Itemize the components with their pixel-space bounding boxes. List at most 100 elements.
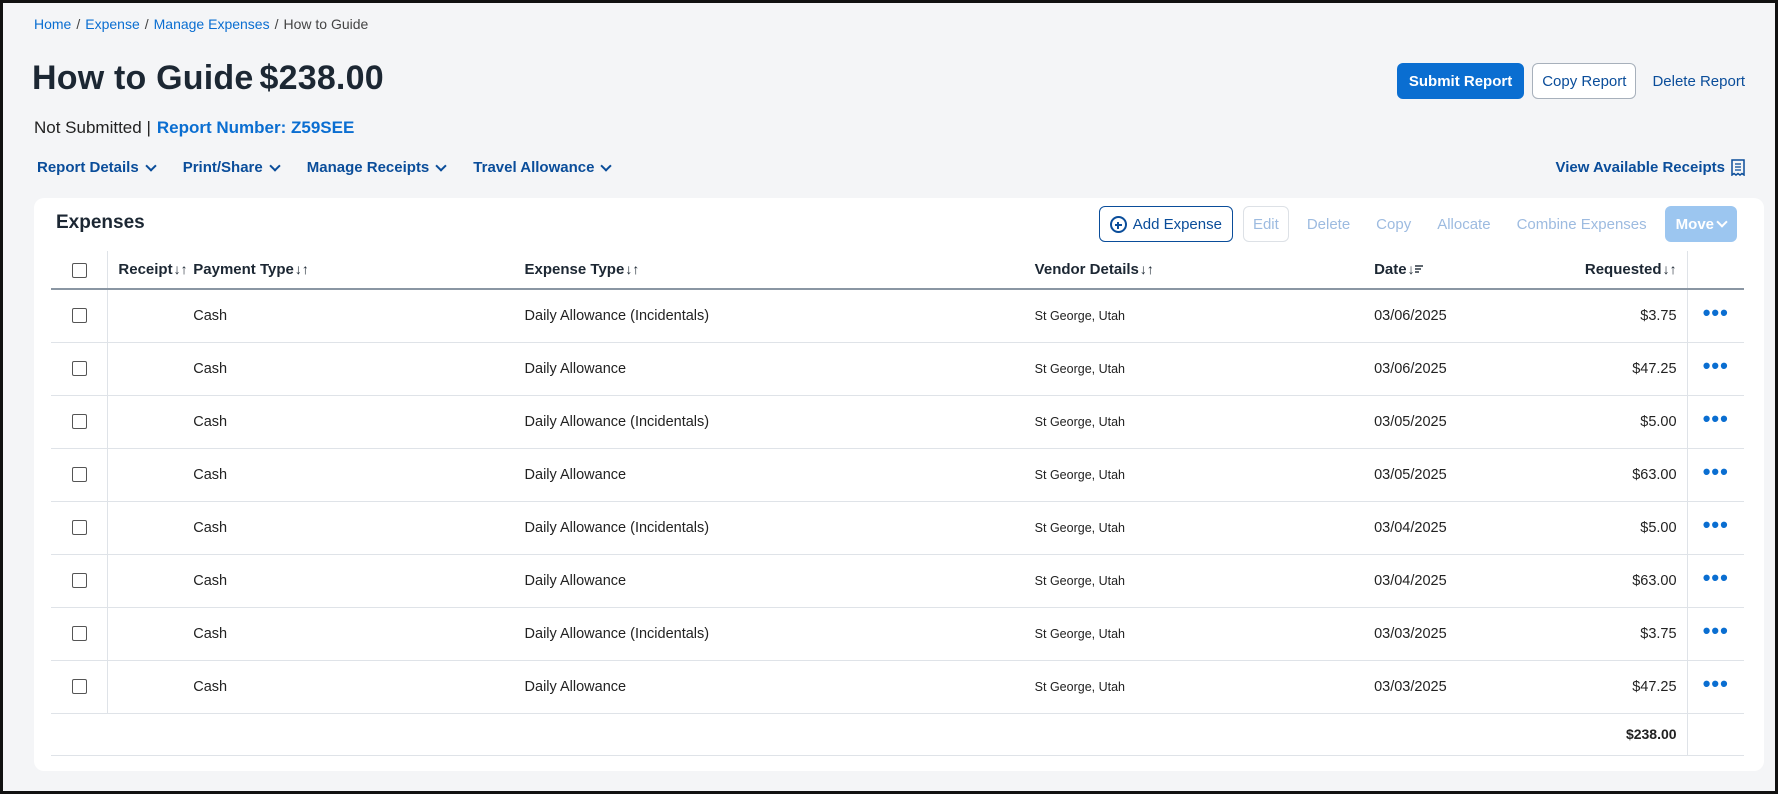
breadcrumb: Home / Expense / Manage Expenses / How to Guid… bbox=[34, 16, 368, 32]
view-available-receipts-link[interactable]: View Available Receipts bbox=[1555, 159, 1745, 176]
copy-report-button[interactable]: Copy Report bbox=[1532, 63, 1637, 99]
edit-button[interactable]: Edit bbox=[1242, 206, 1289, 242]
column-label: Expense Type bbox=[524, 261, 625, 278]
copy-button[interactable]: Copy bbox=[1368, 216, 1419, 233]
row-checkbox[interactable] bbox=[71, 520, 87, 536]
add-expense-button[interactable]: Add Expense bbox=[1098, 206, 1233, 242]
column-header-expense-type[interactable]: Expense Type↓↑ bbox=[524, 251, 1035, 290]
delete-report-button[interactable]: Delete Report bbox=[1644, 73, 1745, 90]
view-receipts-label: View Available Receipts bbox=[1555, 159, 1725, 176]
total-empty-cell bbox=[1034, 713, 1375, 756]
menu-travel-allowance[interactable]: Travel Allowance bbox=[473, 159, 613, 176]
allocate-button[interactable]: Allocate bbox=[1429, 216, 1498, 233]
report-status: Not Submitted | bbox=[34, 118, 151, 137]
more-options-icon[interactable]: ••• bbox=[1703, 565, 1729, 590]
total-empty-cell bbox=[193, 713, 525, 756]
expense-type-link[interactable]: Daily Allowance bbox=[524, 342, 1035, 396]
more-options-icon[interactable]: ••• bbox=[1703, 300, 1729, 325]
report-status-line: Not Submitted | Report Number: Z59SEE bbox=[34, 118, 354, 138]
combine-expenses-button[interactable]: Combine Expenses bbox=[1509, 216, 1655, 233]
vendor-details-cell: St George, Utah bbox=[1034, 289, 1375, 343]
move-label: Move bbox=[1675, 215, 1714, 233]
expense-type-link[interactable]: Daily Allowance (Incidentals) bbox=[524, 395, 1035, 449]
row-check-cell bbox=[51, 342, 109, 396]
column-header-payment-type[interactable]: Payment Type↓↑ bbox=[193, 251, 525, 290]
table-header-row: Receipt↓↑ Payment Type↓↑ Expense Type↓↑ … bbox=[51, 251, 1744, 290]
total-empty-cell bbox=[1686, 713, 1744, 756]
sort-icon: ↓↑ bbox=[173, 261, 188, 277]
table-row[interactable]: Cash Daily Allowance St George, Utah 03/… bbox=[51, 342, 1744, 396]
total-empty-cell bbox=[1374, 713, 1547, 756]
payment-type-cell: Cash bbox=[193, 554, 525, 608]
column-header-vendor-details[interactable]: Vendor Details↓↑ bbox=[1034, 251, 1375, 290]
payment-type-cell: Cash bbox=[193, 448, 525, 502]
table-row[interactable]: Cash Daily Allowance St George, Utah 03/… bbox=[51, 448, 1744, 502]
row-checkbox[interactable] bbox=[71, 467, 87, 483]
table-row[interactable]: Cash Daily Allowance (Incidentals) St Ge… bbox=[51, 607, 1744, 661]
expense-type-link[interactable]: Daily Allowance bbox=[524, 448, 1035, 502]
table-row[interactable]: Cash Daily Allowance (Incidentals) St Ge… bbox=[51, 501, 1744, 555]
payment-type-cell: Cash bbox=[193, 342, 525, 396]
menu-label: Report Details bbox=[37, 159, 139, 176]
select-all-checkbox[interactable] bbox=[71, 262, 87, 278]
sort-lines-icon bbox=[1414, 265, 1423, 273]
vendor-details-cell: St George, Utah bbox=[1034, 342, 1375, 396]
row-actions-cell: ••• bbox=[1686, 395, 1744, 449]
submit-report-button[interactable]: Submit Report bbox=[1396, 63, 1525, 99]
breadcrumb-manage-expenses[interactable]: Manage Expenses bbox=[154, 16, 270, 32]
payment-type-cell: Cash bbox=[193, 501, 525, 555]
requested-amount-cell: $3.75 bbox=[1546, 289, 1688, 343]
report-menu-bar: Report Details Print/Share Manage Receip… bbox=[37, 159, 613, 176]
date-cell: 03/04/2025 bbox=[1374, 501, 1547, 555]
payment-type-cell: Cash bbox=[193, 395, 525, 449]
more-options-icon[interactable]: ••• bbox=[1703, 459, 1729, 484]
delete-button[interactable]: Delete bbox=[1299, 216, 1358, 233]
expense-type-link[interactable]: Daily Allowance (Incidentals) bbox=[524, 501, 1035, 555]
breadcrumb-expense[interactable]: Expense bbox=[85, 16, 139, 32]
menu-print-share[interactable]: Print/Share bbox=[183, 159, 281, 176]
row-checkbox[interactable] bbox=[71, 361, 87, 377]
column-header-date[interactable]: Date↓ bbox=[1374, 251, 1547, 290]
requested-amount-cell: $3.75 bbox=[1546, 607, 1688, 661]
requested-amount-cell: $63.00 bbox=[1546, 448, 1688, 502]
menu-report-details[interactable]: Report Details bbox=[37, 159, 157, 176]
expense-type-link[interactable]: Daily Allowance bbox=[524, 554, 1035, 608]
expense-type-link[interactable]: Daily Allowance (Incidentals) bbox=[524, 289, 1035, 343]
expense-type-link[interactable]: Daily Allowance (Incidentals) bbox=[524, 607, 1035, 661]
date-cell: 03/03/2025 bbox=[1374, 660, 1547, 714]
receipt-cell bbox=[107, 554, 194, 608]
row-checkbox[interactable] bbox=[71, 573, 87, 589]
requested-amount-cell: $63.00 bbox=[1546, 554, 1688, 608]
row-checkbox[interactable] bbox=[71, 626, 87, 642]
column-header-actions bbox=[1686, 251, 1744, 290]
row-actions-cell: ••• bbox=[1686, 289, 1744, 343]
more-options-icon[interactable]: ••• bbox=[1703, 671, 1729, 696]
total-row: $238.00 bbox=[51, 713, 1744, 756]
table-row[interactable]: Cash Daily Allowance St George, Utah 03/… bbox=[51, 554, 1744, 608]
receipt-cell bbox=[107, 448, 194, 502]
move-button[interactable]: Move bbox=[1664, 206, 1737, 242]
report-actions: Submit Report Copy Report Delete Report bbox=[1396, 63, 1745, 99]
receipt-cell bbox=[107, 660, 194, 714]
expense-type-link[interactable]: Daily Allowance bbox=[524, 660, 1035, 714]
row-checkbox[interactable] bbox=[71, 414, 87, 430]
table-row[interactable]: Cash Daily Allowance St George, Utah 03/… bbox=[51, 660, 1744, 714]
more-options-icon[interactable]: ••• bbox=[1703, 406, 1729, 431]
breadcrumb-home[interactable]: Home bbox=[34, 16, 71, 32]
vendor-details-cell: St George, Utah bbox=[1034, 395, 1375, 449]
column-header-requested[interactable]: Requested↓↑ bbox=[1546, 251, 1688, 290]
more-options-icon[interactable]: ••• bbox=[1703, 512, 1729, 537]
row-checkbox[interactable] bbox=[71, 308, 87, 324]
breadcrumb-current: How to Guide bbox=[283, 16, 369, 32]
column-header-receipt[interactable]: Receipt↓↑ bbox=[107, 251, 194, 290]
more-options-icon[interactable]: ••• bbox=[1703, 618, 1729, 643]
menu-manage-receipts[interactable]: Manage Receipts bbox=[307, 159, 447, 176]
date-cell: 03/05/2025 bbox=[1374, 395, 1547, 449]
more-options-icon[interactable]: ••• bbox=[1703, 353, 1729, 378]
receipt-cell bbox=[107, 289, 194, 343]
table-row[interactable]: Cash Daily Allowance (Incidentals) St Ge… bbox=[51, 289, 1744, 343]
row-actions-cell: ••• bbox=[1686, 607, 1744, 661]
chevron-down-icon bbox=[600, 159, 613, 172]
row-checkbox[interactable] bbox=[71, 679, 87, 695]
table-row[interactable]: Cash Daily Allowance (Incidentals) St Ge… bbox=[51, 395, 1744, 449]
